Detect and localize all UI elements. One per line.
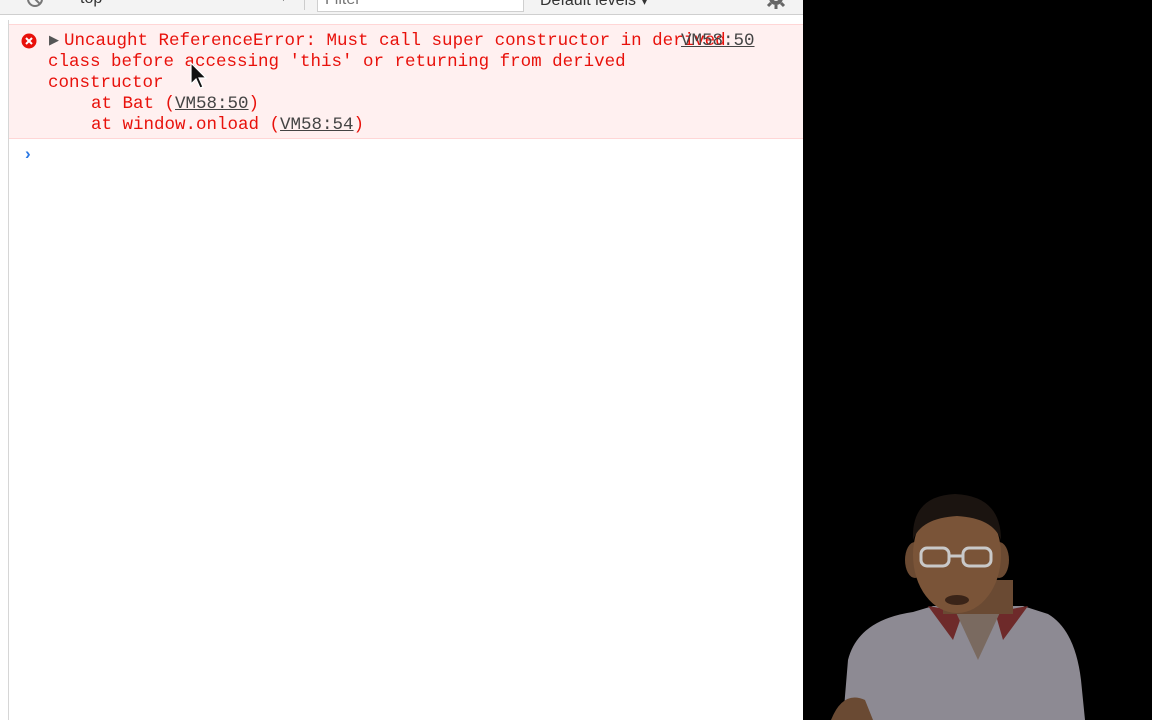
console-prompt[interactable]: › [9,140,803,170]
error-source-link[interactable]: VM58:50 [681,31,755,52]
console-toolbar: top ▼ Default levels ▾ [0,0,803,15]
mouse-cursor-icon [190,62,208,89]
stack-frame-text: at Bat ( [91,94,176,114]
stack-frame-link[interactable]: VM58:54 [280,115,354,135]
error-icon [21,33,37,49]
stack-frame-link[interactable]: VM58:50 [175,94,249,114]
stack-frame: at Bat (VM58:50) [91,94,259,115]
error-text: Uncaught ReferenceError: Must call super… [48,31,728,94]
stack-frame-suffix: ) [248,94,260,114]
context-dropdown-arrow-icon[interactable]: ▼ [278,0,289,4]
console-error-message[interactable]: ▶ Uncaught ReferenceError: Must call sup… [9,24,803,139]
filter-input[interactable] [317,0,524,12]
stack-frame: at window.onload (VM58:54) [91,115,364,136]
stack-frame-text: at window.onload ( [91,115,281,135]
presenter-video [803,0,1152,720]
error-message-text: Uncaught ReferenceError: Must call super… [48,31,737,93]
context-selector[interactable]: top [80,0,102,8]
prompt-chevron-icon: › [25,144,31,163]
stack-frame-suffix: ) [353,115,365,135]
log-levels-dropdown[interactable]: Default levels ▾ [540,0,649,10]
toolbar-divider [304,0,305,10]
clear-console-icon[interactable] [26,0,44,8]
settings-gear-icon[interactable] [764,0,788,10]
devtools-console-panel: top ▼ Default levels ▾ ▶ Uncaught Refere… [0,0,803,720]
webcam-overlay [803,0,1152,720]
